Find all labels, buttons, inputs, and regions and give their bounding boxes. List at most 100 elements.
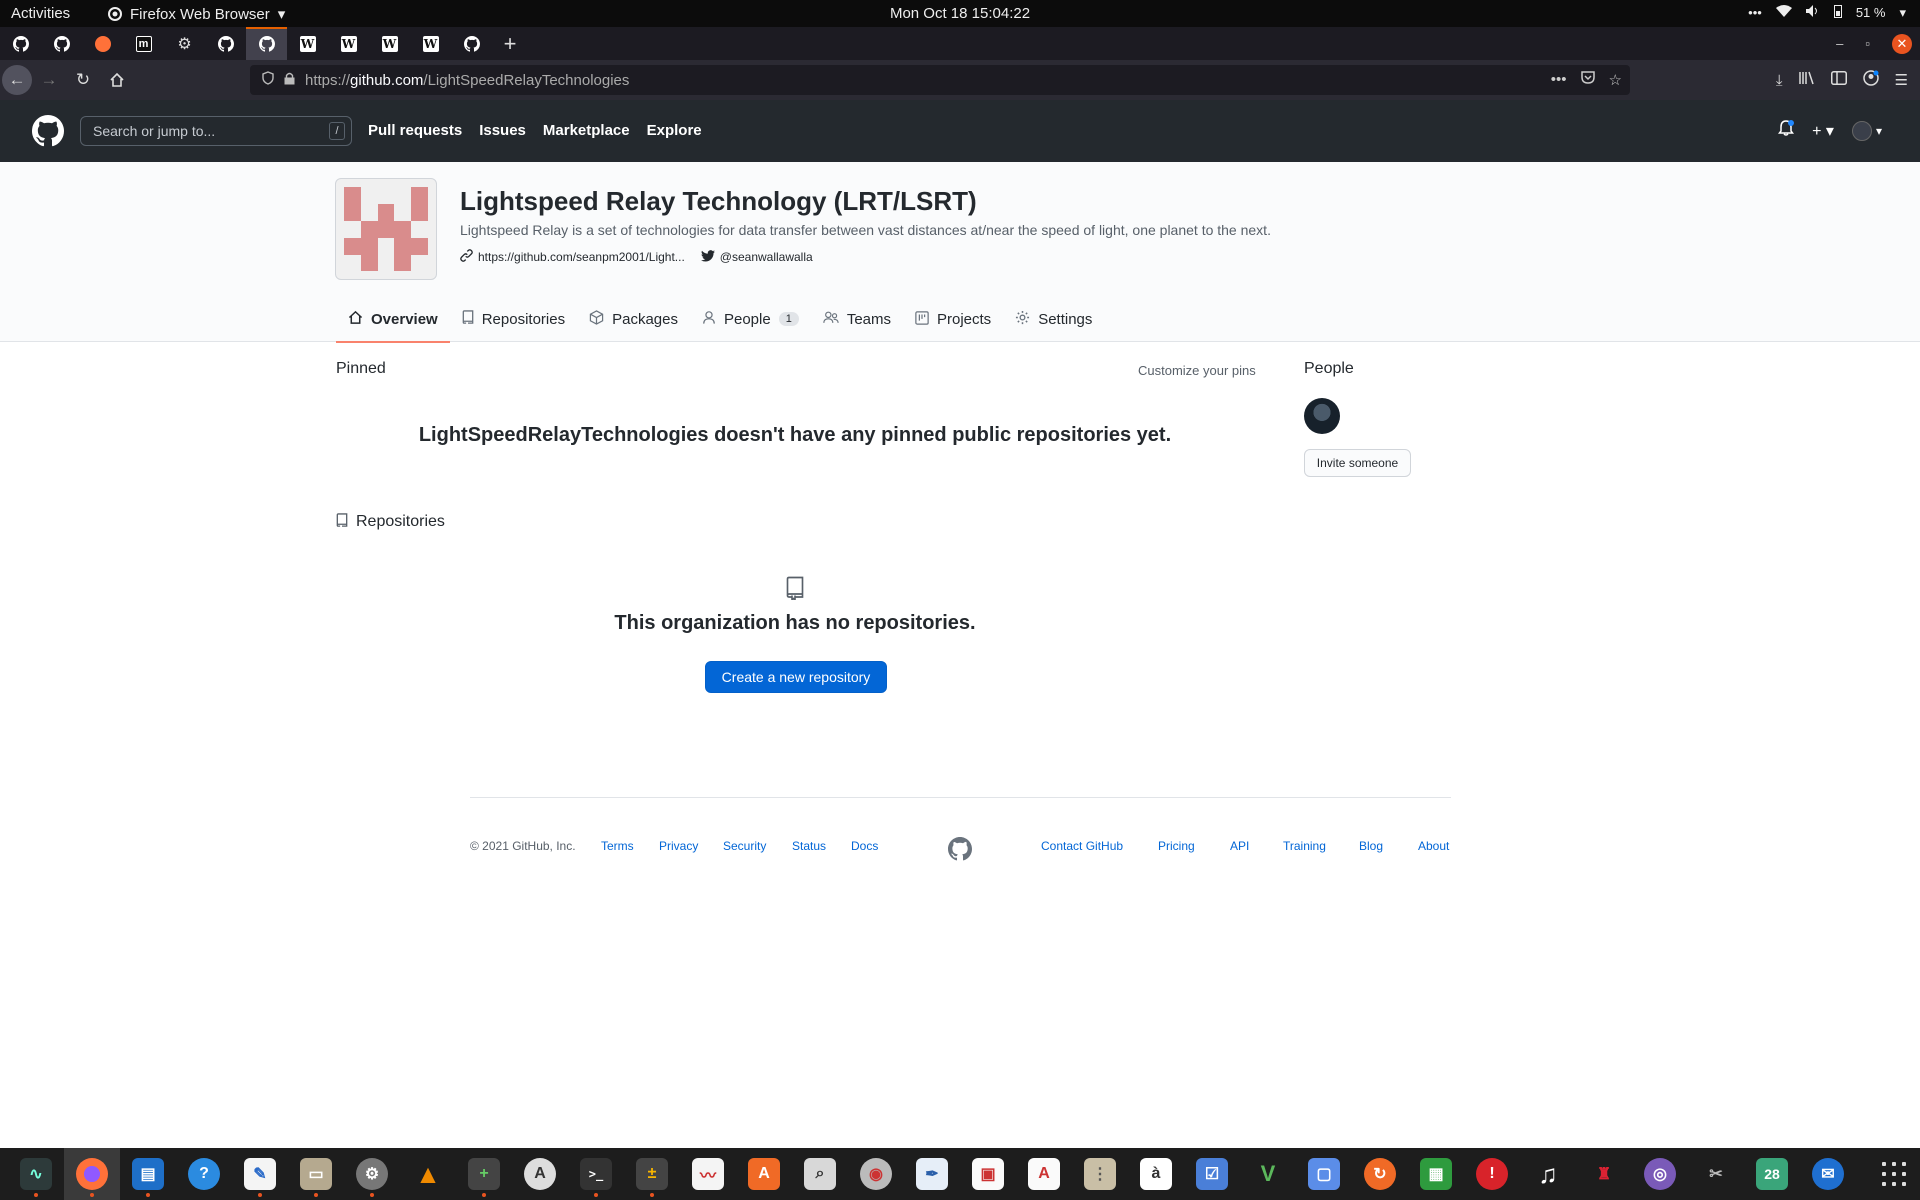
app-menu[interactable]: Firefox Web Browser ▾ (108, 5, 285, 23)
footer-link-training[interactable]: Training (1283, 839, 1326, 853)
downloads-icon[interactable]: ⤓ (1776, 72, 1783, 89)
dock-gimp[interactable]: ✂ (1688, 1148, 1744, 1200)
dock-text-editor[interactable]: ✎ (232, 1148, 288, 1200)
org-twitter-link[interactable]: @seanwallawalla (700, 249, 813, 265)
tab-settings[interactable]: Settings (1003, 296, 1104, 342)
home-button[interactable] (100, 65, 134, 95)
footer-link-terms[interactable]: Terms (601, 839, 634, 853)
nav-explore[interactable]: Explore (647, 122, 702, 139)
dock-settings[interactable]: ⚙ (344, 1148, 400, 1200)
tab-teams[interactable]: Teams (811, 296, 903, 342)
footer-link-docs[interactable]: Docs (851, 839, 878, 853)
dock-add-app[interactable]: + (456, 1148, 512, 1200)
create-repository-button[interactable]: Create a new repository (705, 661, 887, 693)
browser-tab-github[interactable] (205, 27, 246, 60)
footer-link-api[interactable]: API (1230, 839, 1249, 853)
member-avatar[interactable] (1304, 398, 1340, 434)
org-website-link[interactable]: https://github.com/seanpm2001/Light... (460, 249, 685, 265)
dock-image-viewer[interactable]: ⌕ (792, 1148, 848, 1200)
lock-icon[interactable] (284, 72, 295, 89)
close-icon[interactable]: ✕ (1892, 33, 1912, 54)
reload-button[interactable]: ↻ (66, 65, 100, 95)
browser-tab-wikipedia[interactable]: W (287, 27, 328, 60)
dock-game[interactable]: ♜ (1576, 1148, 1632, 1200)
notifications-bell-icon[interactable] (1778, 120, 1795, 141)
browser-tab-wikipedia[interactable]: W (328, 27, 369, 60)
dock-updater[interactable]: ↻ (1352, 1148, 1408, 1200)
browser-tab-settings[interactable]: ⚙ (164, 27, 205, 60)
tab-people[interactable]: People 1 (690, 296, 811, 342)
footer-link-security[interactable]: Security (723, 839, 766, 853)
minimize-icon[interactable]: – (1836, 36, 1843, 51)
github-logo-icon[interactable] (32, 115, 64, 147)
dock-screenshot[interactable]: ▢ (1296, 1148, 1352, 1200)
github-logo-icon[interactable] (948, 837, 972, 861)
dock-system-monitor[interactable]: ∿ (8, 1148, 64, 1200)
browser-tab-github[interactable] (41, 27, 82, 60)
restore-icon[interactable]: ▫ (1865, 36, 1870, 51)
tab-packages[interactable]: Packages (577, 296, 690, 342)
dock-vlc[interactable]: ▲ (400, 1148, 456, 1200)
show-applications-icon[interactable] (1882, 1162, 1906, 1186)
dock-spreadsheet[interactable]: ▦ (1408, 1148, 1464, 1200)
customize-pins-link[interactable]: Customize your pins (1138, 363, 1256, 378)
dock-font-viewer[interactable]: A (1016, 1148, 1072, 1200)
dock-calculator[interactable]: ± (624, 1148, 680, 1200)
footer-link-privacy[interactable]: Privacy (659, 839, 698, 853)
dock-disks[interactable]: ◉ (848, 1148, 904, 1200)
invite-someone-button[interactable]: Invite someone (1304, 449, 1411, 477)
system-tray[interactable]: ••• 51 % ▾ (1748, 4, 1906, 21)
account-icon[interactable] (1862, 70, 1879, 90)
dock-thunderbird[interactable]: ✉ (1800, 1148, 1856, 1200)
nav-marketplace[interactable]: Marketplace (543, 122, 630, 139)
nav-issues[interactable]: Issues (479, 122, 526, 139)
dock-files[interactable]: ▭ (288, 1148, 344, 1200)
footer-link-about[interactable]: About (1418, 839, 1449, 853)
browser-tab-m[interactable]: m (123, 27, 164, 60)
nav-pull-requests[interactable]: Pull requests (368, 122, 462, 139)
tab-projects[interactable]: Projects (903, 296, 1003, 342)
dock-music[interactable]: ♫ (1520, 1148, 1576, 1200)
dock-calendar[interactable]: 28 (1744, 1148, 1800, 1200)
bookmark-star-icon[interactable]: ☆ (1609, 71, 1622, 89)
dock-software[interactable]: A (736, 1148, 792, 1200)
tracking-shield-icon[interactable] (262, 71, 274, 89)
clock[interactable]: Mon Oct 18 15:04:22 (890, 5, 1030, 22)
create-new-plus-icon[interactable]: + ▾ (1812, 121, 1834, 141)
dock-camera[interactable]: ◎ (1632, 1148, 1688, 1200)
footer-link-contact[interactable]: Contact GitHub (1041, 839, 1123, 853)
dock-archive[interactable]: ⋮ (1072, 1148, 1128, 1200)
browser-tab-github[interactable] (246, 27, 287, 60)
footer-link-status[interactable]: Status (792, 839, 826, 853)
activities-button[interactable]: Activities (11, 5, 70, 22)
dock-alert[interactable]: ! (1464, 1148, 1520, 1200)
back-button[interactable]: ← (2, 65, 32, 95)
dock-firefox[interactable] (64, 1148, 120, 1200)
forward-button[interactable]: → (32, 65, 66, 95)
browser-tab-github[interactable] (0, 27, 41, 60)
dock-writer2[interactable]: ✒ (904, 1148, 960, 1200)
dock-tasks[interactable]: ☑ (1184, 1148, 1240, 1200)
dock-terminal[interactable]: >_ (568, 1148, 624, 1200)
dock-writer[interactable]: ▤ (120, 1148, 176, 1200)
more-icon[interactable]: ••• (1748, 5, 1762, 20)
dock-document-viewer[interactable]: ▣ (960, 1148, 1016, 1200)
github-search-input[interactable]: Search or jump to... / (80, 116, 352, 146)
address-bar[interactable]: https://github.com/LightSpeedRelayTechno… (250, 65, 1630, 95)
dock-characters[interactable]: à (1128, 1148, 1184, 1200)
dock-graph[interactable]: 〰 (680, 1148, 736, 1200)
hamburger-menu-icon[interactable]: ☰ (1895, 71, 1908, 89)
library-icon[interactable] (1798, 71, 1815, 89)
browser-tab-wikipedia[interactable]: W (369, 27, 410, 60)
new-tab-button[interactable]: + (492, 31, 528, 57)
pocket-icon[interactable] (1580, 71, 1595, 89)
tab-overview[interactable]: Overview (336, 296, 450, 343)
browser-tab-wikipedia[interactable]: W (410, 27, 451, 60)
dock-help[interactable]: ? (176, 1148, 232, 1200)
dock-inkscape[interactable]: A (512, 1148, 568, 1200)
footer-link-pricing[interactable]: Pricing (1158, 839, 1195, 853)
page-actions-icon[interactable]: ••• (1551, 71, 1567, 89)
browser-tab-github[interactable] (451, 27, 492, 60)
user-menu[interactable]: ▾ (1851, 120, 1882, 141)
footer-link-blog[interactable]: Blog (1359, 839, 1383, 853)
